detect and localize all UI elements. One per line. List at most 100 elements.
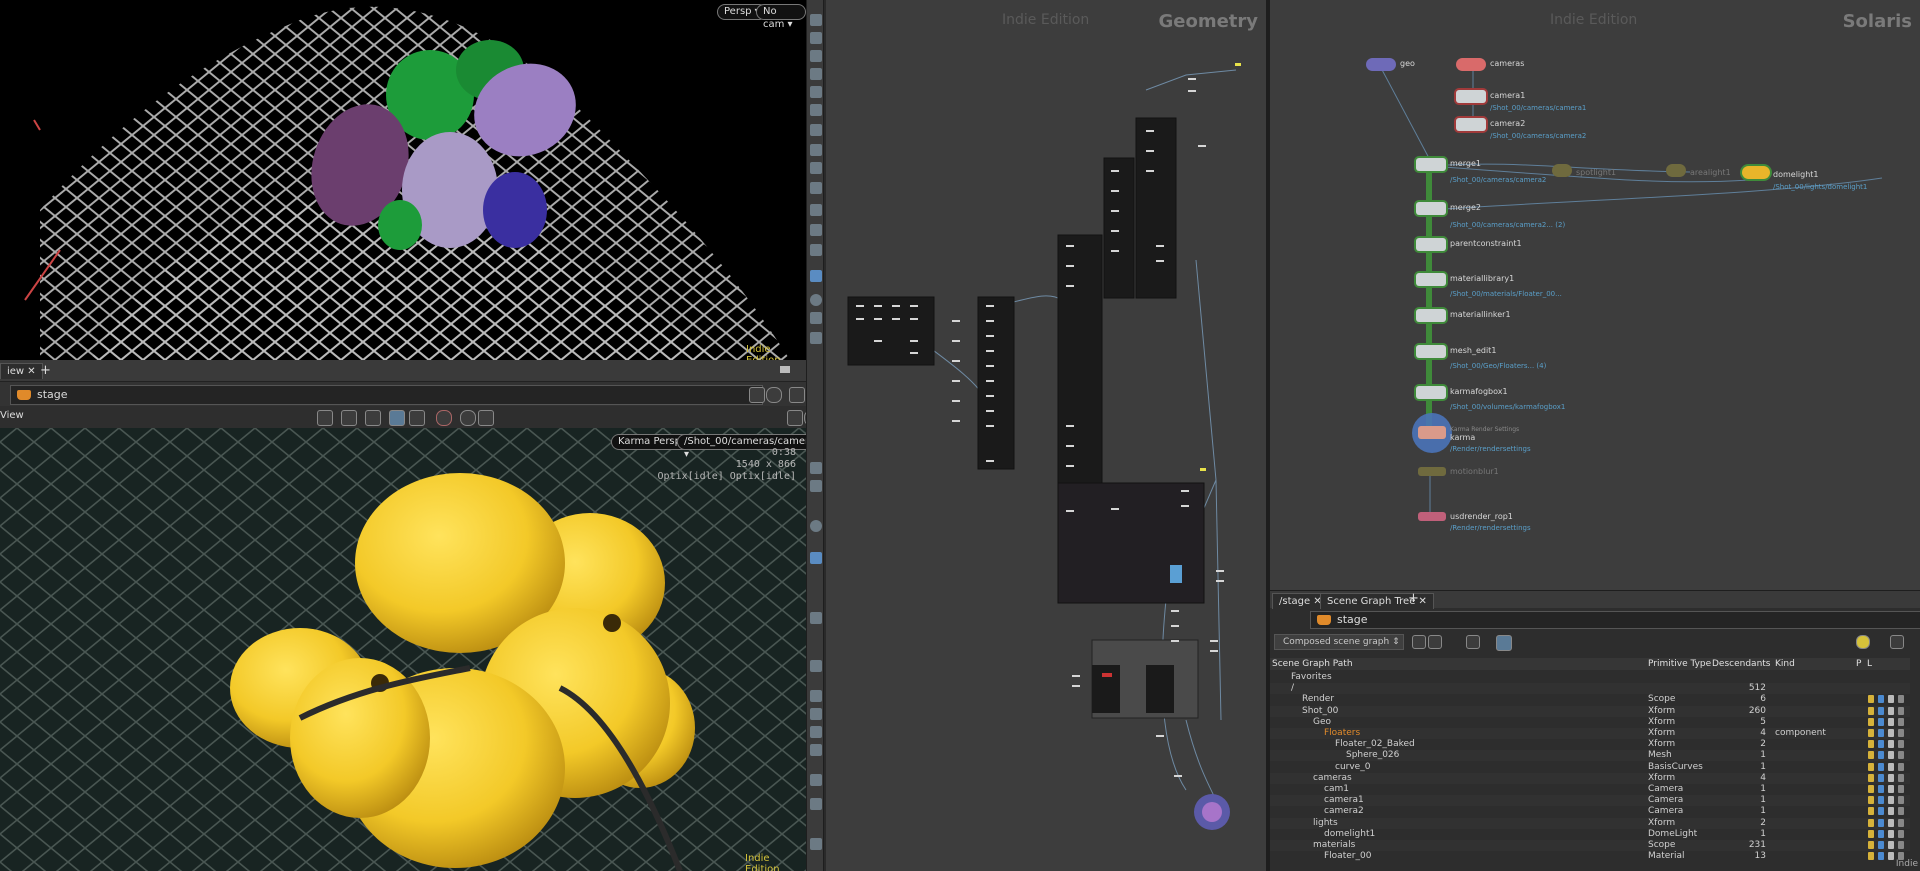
brush-icon[interactable]: [810, 32, 822, 44]
table-row[interactable]: camera2 Camera 1: [1270, 806, 1910, 817]
active-flag-icon[interactable]: [1868, 762, 1874, 771]
row-visibility-flags[interactable]: [1868, 740, 1908, 749]
visibility-eye-icon[interactable]: [1878, 841, 1884, 849]
render-snapshot-icon[interactable]: [810, 838, 822, 850]
display-options-icon[interactable]: [478, 410, 494, 426]
pointer-icon[interactable]: [1898, 841, 1904, 849]
active-flag-icon[interactable]: [1868, 796, 1874, 805]
layer-icon[interactable]: [810, 68, 822, 80]
active-flag-icon[interactable]: [1868, 729, 1874, 737]
row-visibility-flags[interactable]: [1868, 773, 1908, 783]
col-primitive-type[interactable]: Primitive Type: [1648, 658, 1711, 670]
table-row[interactable]: Favorites: [1270, 672, 1910, 683]
settings-gear-icon[interactable]: [787, 410, 803, 426]
pointer-icon[interactable]: [1898, 740, 1904, 749]
active-flag-icon[interactable]: [1868, 740, 1874, 749]
active-flag-icon[interactable]: [1868, 773, 1874, 782]
layout-icon[interactable]: [789, 387, 805, 403]
active-view-icon[interactable]: [810, 552, 822, 564]
visibility-eye-icon[interactable]: [1878, 762, 1884, 771]
camera-menu[interactable]: No cam ▾: [756, 4, 806, 30]
node-mesh-edit1[interactable]: [1416, 345, 1446, 358]
pointer-icon[interactable]: [1898, 785, 1904, 793]
col-l[interactable]: L: [1867, 658, 1872, 670]
stage-path-field[interactable]: stage: [10, 385, 763, 405]
selectable-icon[interactable]: [1888, 852, 1894, 861]
view-tool-icon[interactable]: [389, 410, 405, 426]
pointer-icon[interactable]: [1898, 773, 1904, 782]
row-visibility-flags[interactable]: [1868, 785, 1908, 794]
light-bulb-icon[interactable]: [810, 520, 822, 532]
selectable-icon[interactable]: [1888, 841, 1894, 849]
scene-viewport[interactable]: Persp ▾ No cam ▾ Indie Edition: [0, 0, 806, 360]
snapshot-icon[interactable]: [810, 612, 822, 624]
selectable-icon[interactable]: [1888, 695, 1894, 704]
display-flag-icon[interactable]: [810, 774, 822, 786]
light-tool-icon[interactable]: [810, 270, 822, 282]
scene-graph-mode-select[interactable]: Composed scene graph ⇕: [1274, 634, 1404, 650]
row-visibility-flags[interactable]: [1868, 841, 1908, 850]
table-row[interactable]: domelight1 DomeLight 1: [1270, 829, 1910, 840]
table-row[interactable]: Geo Xform 5: [1270, 717, 1910, 728]
active-flag-icon[interactable]: [1868, 852, 1874, 861]
selectable-icon[interactable]: [1888, 807, 1894, 816]
visibility-eye-icon[interactable]: [1878, 818, 1884, 827]
node-cameras[interactable]: [1456, 58, 1486, 71]
selectable-icon[interactable]: [1888, 818, 1894, 827]
selectable-icon[interactable]: [1888, 773, 1894, 782]
sg-light-icon[interactable]: [1856, 635, 1870, 649]
handle-tool-icon[interactable]: [365, 410, 381, 426]
active-flag-icon[interactable]: [1868, 818, 1874, 827]
col-kind[interactable]: Kind: [1775, 658, 1795, 670]
pointer-icon[interactable]: [1898, 762, 1904, 771]
scene-graph-path-field[interactable]: stage: [1310, 611, 1920, 629]
visibility-eye-icon[interactable]: [1878, 773, 1884, 782]
node-spotlight1[interactable]: [1552, 164, 1572, 177]
node-merge1[interactable]: [1416, 158, 1446, 171]
node-geo[interactable]: [1366, 58, 1396, 71]
visibility-eye-icon[interactable]: [1878, 695, 1884, 704]
active-flag-icon[interactable]: [1868, 751, 1874, 760]
selectable-icon[interactable]: [1888, 706, 1894, 715]
pin-icon[interactable]: [749, 387, 765, 403]
render-stop-icon[interactable]: [436, 410, 452, 426]
selectable-icon[interactable]: [1888, 796, 1894, 805]
paint-icon[interactable]: [810, 124, 822, 136]
table-row[interactable]: Floaters Xform 4 component: [1270, 728, 1910, 739]
visibility-eye-icon[interactable]: [1878, 706, 1884, 715]
scene-graph-add-tab[interactable]: +: [1408, 591, 1419, 606]
pointer-icon[interactable]: [1898, 729, 1904, 737]
table-row[interactable]: Sphere_026 Mesh 1: [1270, 750, 1910, 762]
pause-icon[interactable]: [810, 660, 822, 672]
selectable-icon[interactable]: [1888, 829, 1894, 838]
aov-icon[interactable]: [810, 708, 822, 720]
row-visibility-flags[interactable]: [1868, 695, 1908, 704]
row-visibility-flags[interactable]: [1868, 818, 1908, 828]
table-row[interactable]: cam1 Camera 1: [1270, 784, 1910, 795]
sg-pin-icon[interactable]: [1496, 635, 1512, 651]
lighting-icon[interactable]: [460, 410, 476, 426]
add-tab-button[interactable]: +: [40, 363, 51, 378]
active-flag-icon[interactable]: [1868, 829, 1874, 838]
display-icon[interactable]: [810, 312, 822, 324]
col-path[interactable]: Scene Graph Path: [1272, 658, 1353, 670]
lock-icon[interactable]: [810, 480, 822, 492]
selectable-icon[interactable]: [1888, 717, 1894, 726]
selectable-icon[interactable]: [1888, 740, 1894, 749]
view-icon[interactable]: [810, 244, 822, 256]
shape-icon[interactable]: [810, 162, 822, 174]
select-tool-icon[interactable]: [317, 410, 333, 426]
visibility-eye-icon[interactable]: [1878, 852, 1884, 861]
measure-icon[interactable]: [810, 50, 822, 62]
table-row[interactable]: curve_0 BasisCurves 1: [1270, 762, 1910, 773]
row-visibility-flags[interactable]: [1868, 729, 1908, 738]
sg-search-icon[interactable]: [1466, 635, 1480, 649]
table-row[interactable]: Floater_00 Material 13: [1270, 851, 1910, 862]
pointer-icon[interactable]: [1898, 807, 1904, 816]
node-merge2[interactable]: [1416, 202, 1446, 215]
visibility-eye-icon[interactable]: [1878, 729, 1884, 737]
table-row[interactable]: camera1 Camera 1: [1270, 795, 1910, 807]
node-usdrender-rop1[interactable]: [1418, 512, 1446, 521]
curve-icon[interactable]: [810, 86, 822, 98]
row-visibility-flags[interactable]: [1868, 751, 1908, 760]
